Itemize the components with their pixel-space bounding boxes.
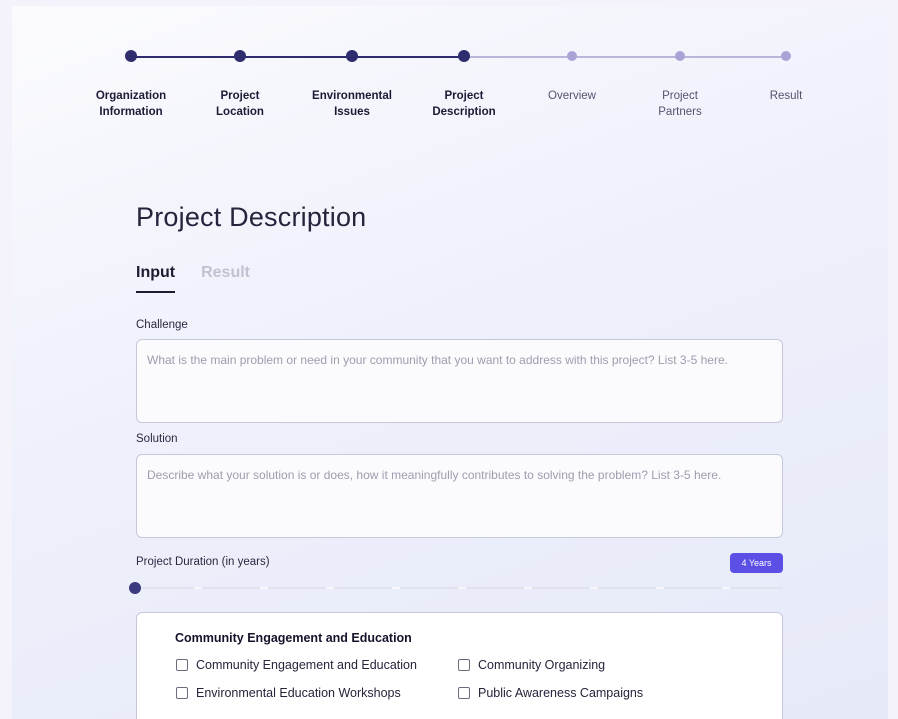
step-project-partners[interactable]: Project Partners [620, 50, 740, 120]
step-dot [346, 50, 358, 62]
tab-input[interactable]: Input [136, 264, 176, 293]
page-title: Project Description [136, 202, 367, 232]
tab-result[interactable]: Result [201, 264, 250, 293]
step-overview[interactable]: Overview [512, 50, 632, 104]
duration-slider-track[interactable] [136, 587, 783, 589]
duration-badge: 4 Years [730, 553, 783, 573]
step-label: Environmental Issues [312, 90, 392, 118]
tab-bar: Input Result [136, 264, 276, 293]
option-community-engagement-and-education[interactable]: Community Engagement and Education [176, 658, 417, 672]
step-result[interactable]: Result [726, 50, 846, 104]
step-dot [781, 51, 791, 61]
checkbox-label: Community Organizing [478, 658, 606, 672]
step-label: Project Description [432, 90, 496, 118]
step-project-location[interactable]: Project Location [180, 50, 300, 120]
checkbox-label: Community Engagement and Education [196, 658, 417, 672]
checkbox[interactable] [176, 659, 188, 671]
option-environmental-education-workshops[interactable]: Environmental Education Workshops [176, 686, 401, 700]
step-organization-information[interactable]: Organization Information [71, 50, 191, 120]
checkbox-label: Public Awareness Campaigns [478, 686, 644, 700]
checkbox[interactable] [458, 687, 470, 699]
category-heading: Community Engagement and Education [175, 631, 412, 645]
step-dot [675, 51, 685, 61]
progress-stepper: Organization Information Project Locatio… [12, 6, 888, 146]
step-dot [458, 50, 470, 62]
step-dot [125, 50, 137, 62]
challenge-label: Challenge [136, 319, 188, 331]
option-community-organizing[interactable]: Community Organizing [458, 658, 605, 672]
category-panel: Community Engagement and Education Commu… [136, 612, 783, 719]
duration-slider-thumb[interactable] [129, 582, 141, 594]
step-label: Project Location [216, 90, 264, 118]
challenge-input[interactable] [136, 339, 783, 423]
app-frame: Organization Information Project Locatio… [12, 6, 888, 719]
checkbox[interactable] [458, 659, 470, 671]
step-label: Result [769, 90, 803, 102]
solution-input[interactable] [136, 454, 783, 538]
step-label: Overview [548, 90, 596, 102]
duration-label: Project Duration (in years) [136, 556, 270, 568]
option-public-awareness-campaigns[interactable]: Public Awareness Campaigns [458, 686, 643, 700]
step-dot [567, 51, 577, 61]
step-label: Organization Information [95, 90, 167, 118]
step-environmental-issues[interactable]: Environmental Issues [292, 50, 412, 120]
solution-label: Solution [136, 433, 178, 445]
checkbox[interactable] [176, 687, 188, 699]
checkbox-label: Environmental Education Workshops [196, 686, 401, 700]
step-dot [234, 50, 246, 62]
step-label: Project Partners [658, 90, 702, 118]
step-project-description[interactable]: Project Description [404, 50, 524, 120]
